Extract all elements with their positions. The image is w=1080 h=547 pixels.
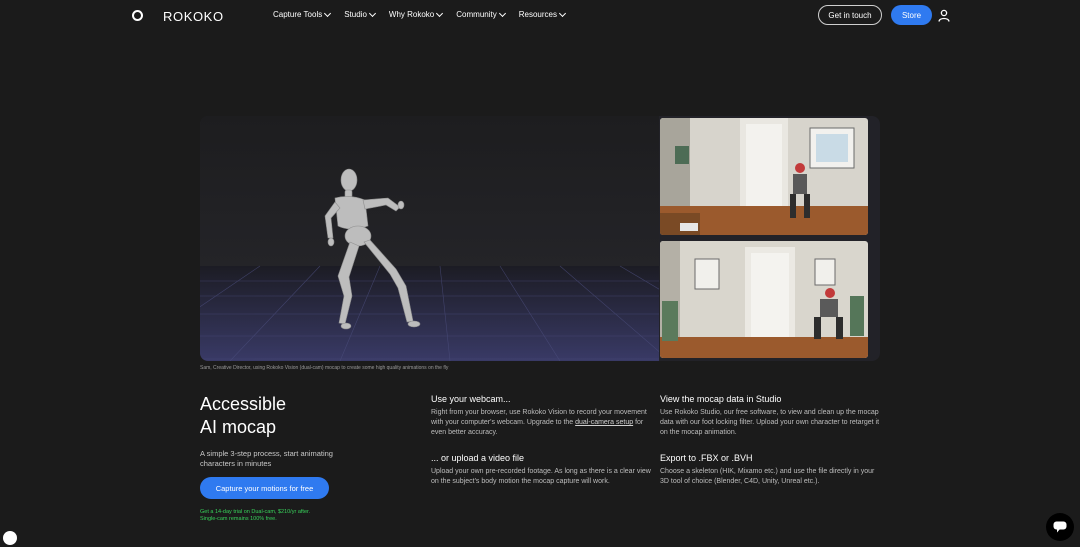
step-webcam-text: Right from your browser, use Rokoko Visi… (431, 408, 653, 438)
step-export-text: Choose a skeleton (HIK, Mixamo etc.) and… (660, 468, 875, 485)
rokoko-logo-icon[interactable] (132, 10, 143, 21)
get-in-touch-button[interactable]: Get in touch (818, 5, 882, 25)
menu-community[interactable]: Community (456, 9, 506, 19)
accessibility-icon[interactable] (3, 531, 17, 545)
step-upload-title: ... or upload a video file (431, 453, 525, 463)
menu-label: Resources (518, 10, 557, 19)
trial-note-line2: Single-cam remains 100% free. (200, 516, 277, 522)
step-upload-text: Upload your own pre-recorded footage. As… (431, 468, 651, 485)
menu-label: Why Rokoko (388, 10, 435, 19)
hero-title: Accessible AI mocap (200, 393, 286, 439)
logo-text[interactable]: ROKOKO (163, 9, 224, 24)
user-account-icon[interactable] (938, 9, 950, 22)
mocap-3d-viewport[interactable] (200, 116, 659, 361)
chevron-down-icon (368, 9, 376, 17)
chevron-down-icon (558, 9, 567, 17)
hero-title-line2: AI mocap (200, 417, 277, 437)
webcam-video-top[interactable] (660, 118, 868, 235)
menu-resources[interactable]: Resources (518, 9, 567, 19)
trial-note: Get a 14-day trial on Dual-cam, $210/yr … (200, 509, 310, 523)
chevron-down-icon (436, 9, 444, 17)
trial-note-line1: Get a 14-day trial on Dual-cam, $210/yr … (200, 509, 311, 515)
step-studio-text: Use Rokoko Studio, our free software, to… (660, 409, 880, 436)
menu-studio[interactable]: Studio (344, 9, 376, 19)
step-export-title: Export to .FBX or .BVH (660, 453, 753, 463)
media-caption: Sam, Creative Director, using Rokoko Vis… (200, 365, 449, 371)
menu-label: Studio (344, 10, 367, 19)
hero-title-line1: Accessible (200, 394, 287, 414)
step-webcam: Use your webcam... Right from your brows… (431, 394, 653, 438)
capture-motions-free-button[interactable]: Capture your motions for free (200, 477, 329, 499)
chat-launcher-button[interactable] (1046, 513, 1074, 541)
menu-label: Capture Tools (273, 10, 323, 19)
hero-subtitle: A simple 3-step process, start animating… (200, 449, 333, 468)
dual-camera-setup-link[interactable]: dual-camera setup (575, 419, 633, 426)
step-export: Export to .FBX or .BVH Choose a skeleton… (660, 453, 882, 487)
step-webcam-title: Use your webcam... (431, 394, 511, 404)
top-navbar: ROKOKO Capture Tools Studio Why Rokoko C… (0, 0, 1080, 31)
chat-bubble-icon (1053, 521, 1067, 533)
chevron-down-icon (324, 9, 332, 17)
menu-why-rokoko[interactable]: Why Rokoko (388, 9, 444, 19)
menu-label: Community (456, 10, 497, 19)
menu-capture-tools[interactable]: Capture Tools (273, 9, 332, 19)
main-menu: Capture Tools Studio Why Rokoko Communit… (273, 9, 567, 19)
step-studio-title: View the mocap data in Studio (660, 394, 782, 404)
step-studio: View the mocap data in Studio Use Rokoko… (660, 394, 882, 438)
mocap-demo-media (200, 116, 880, 361)
step-upload: ... or upload a video file Upload your o… (431, 453, 653, 487)
store-button[interactable]: Store (891, 5, 932, 25)
webcam-video-bottom[interactable] (660, 241, 868, 358)
chevron-down-icon (498, 9, 506, 17)
